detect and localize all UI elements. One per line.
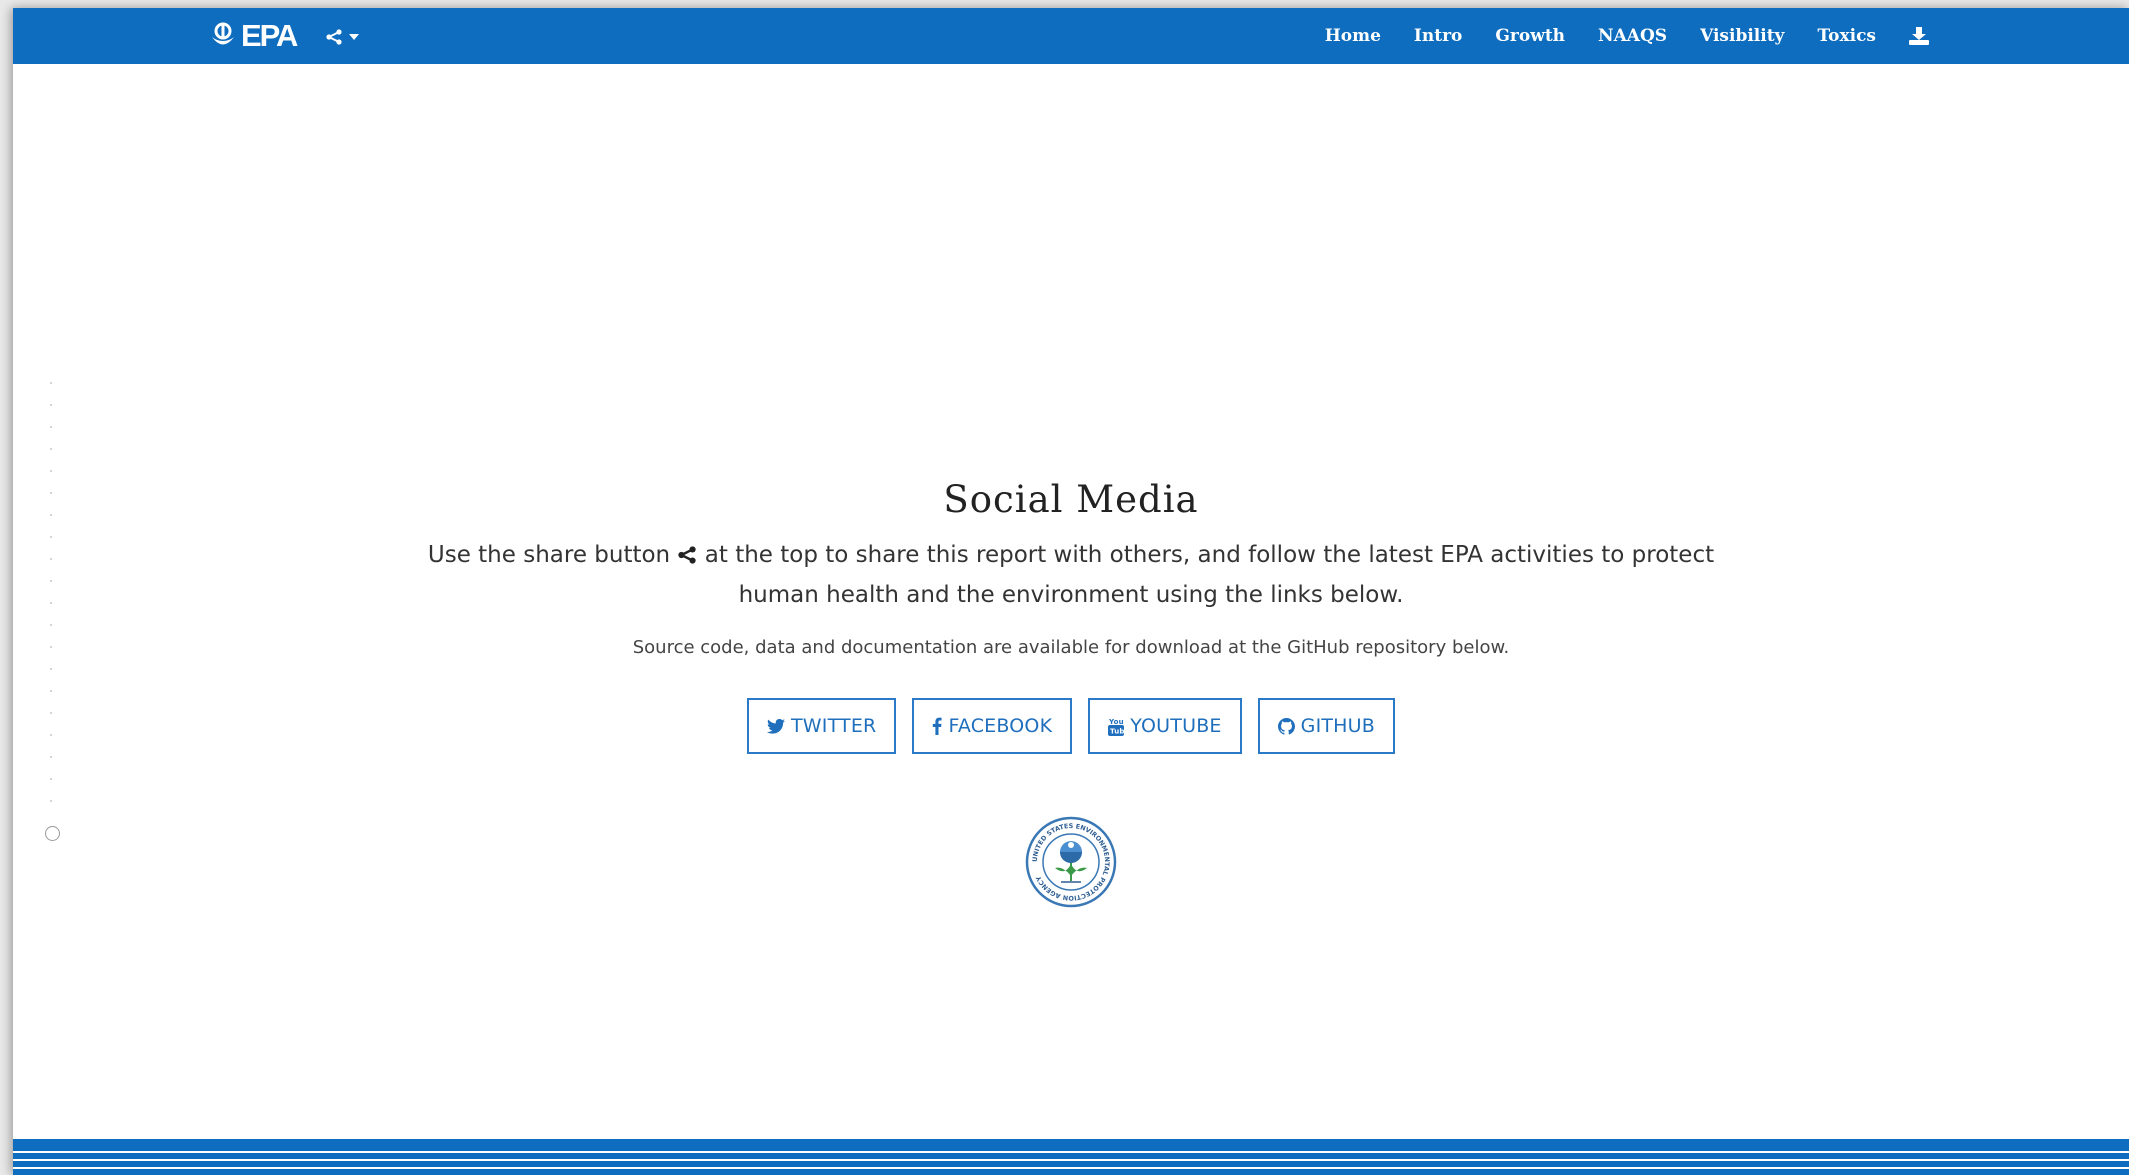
github-button[interactable]: GITHUB bbox=[1257, 698, 1396, 754]
svg-text:You: You bbox=[1108, 718, 1124, 726]
footer-stripe bbox=[13, 1151, 2129, 1153]
section-dot[interactable] bbox=[50, 448, 52, 450]
twitter-button[interactable]: TWITTER bbox=[746, 698, 897, 754]
section-title: Social Media bbox=[943, 478, 1199, 521]
nav-link-intro[interactable]: Intro bbox=[1414, 26, 1462, 46]
caret-down-icon bbox=[349, 34, 359, 40]
section-dot[interactable] bbox=[50, 470, 52, 472]
github-note: Source code, data and documentation are … bbox=[632, 637, 1510, 658]
share-icon bbox=[678, 546, 697, 564]
nav-link-visibility[interactable]: Visibility bbox=[1700, 26, 1784, 46]
twitter-button-label: TWITTER bbox=[790, 715, 877, 737]
twitter-icon bbox=[766, 718, 785, 734]
footer-band bbox=[13, 1139, 2129, 1175]
svg-text:Tube: Tube bbox=[1110, 727, 1124, 735]
browser-window: EPA Home Intro Growth NAAQS Visibility T… bbox=[13, 8, 2129, 1175]
section-dot[interactable] bbox=[50, 382, 52, 384]
nav-link-home[interactable]: Home bbox=[1325, 26, 1381, 46]
facebook-button[interactable]: FACEBOOK bbox=[912, 698, 1073, 754]
epa-logo-text: EPA bbox=[241, 18, 298, 53]
footer-stripe bbox=[13, 1159, 2129, 1161]
section-dot[interactable] bbox=[50, 404, 52, 406]
section-lead: Use the share button at the top to share… bbox=[401, 535, 1741, 615]
nav-link-growth[interactable]: Growth bbox=[1495, 26, 1565, 46]
section-dot[interactable] bbox=[50, 426, 52, 428]
footer-stripe bbox=[13, 1167, 2129, 1169]
lead-text-before: Use the share button bbox=[427, 542, 671, 568]
youtube-button-label: YOUTUBE bbox=[1130, 715, 1222, 737]
youtube-icon: You Tube bbox=[1108, 718, 1125, 736]
share-icon bbox=[326, 29, 342, 45]
github-icon bbox=[1277, 717, 1295, 735]
social-buttons: TWITTER FACEBOOK You Tube YOUTUBE bbox=[13, 698, 2129, 754]
epa-seal-logo: UNITED STATES ENVIRONMENTAL PROTECTION A… bbox=[1025, 816, 1117, 908]
facebook-icon bbox=[933, 717, 943, 735]
epa-flower-icon bbox=[212, 22, 234, 45]
lead-text-after: at the top to share this report with oth… bbox=[704, 542, 1715, 608]
download-icon[interactable] bbox=[1909, 27, 1929, 45]
facebook-button-label: FACEBOOK bbox=[948, 715, 1053, 737]
share-dropdown-toggle[interactable] bbox=[325, 26, 359, 48]
epa-logo[interactable]: EPA bbox=[209, 18, 298, 54]
github-button-label: GITHUB bbox=[1300, 715, 1376, 737]
nav-link-naaqs[interactable]: NAAQS bbox=[1598, 26, 1667, 46]
nav-links: Home Intro Growth NAAQS Visibility Toxic… bbox=[1325, 8, 1929, 64]
top-navbar: EPA Home Intro Growth NAAQS Visibility T… bbox=[13, 8, 2129, 64]
nav-link-toxics[interactable]: Toxics bbox=[1817, 26, 1876, 46]
social-media-section: Social Media Use the share button at the… bbox=[13, 478, 2129, 908]
youtube-button[interactable]: You Tube YOUTUBE bbox=[1088, 698, 1242, 754]
